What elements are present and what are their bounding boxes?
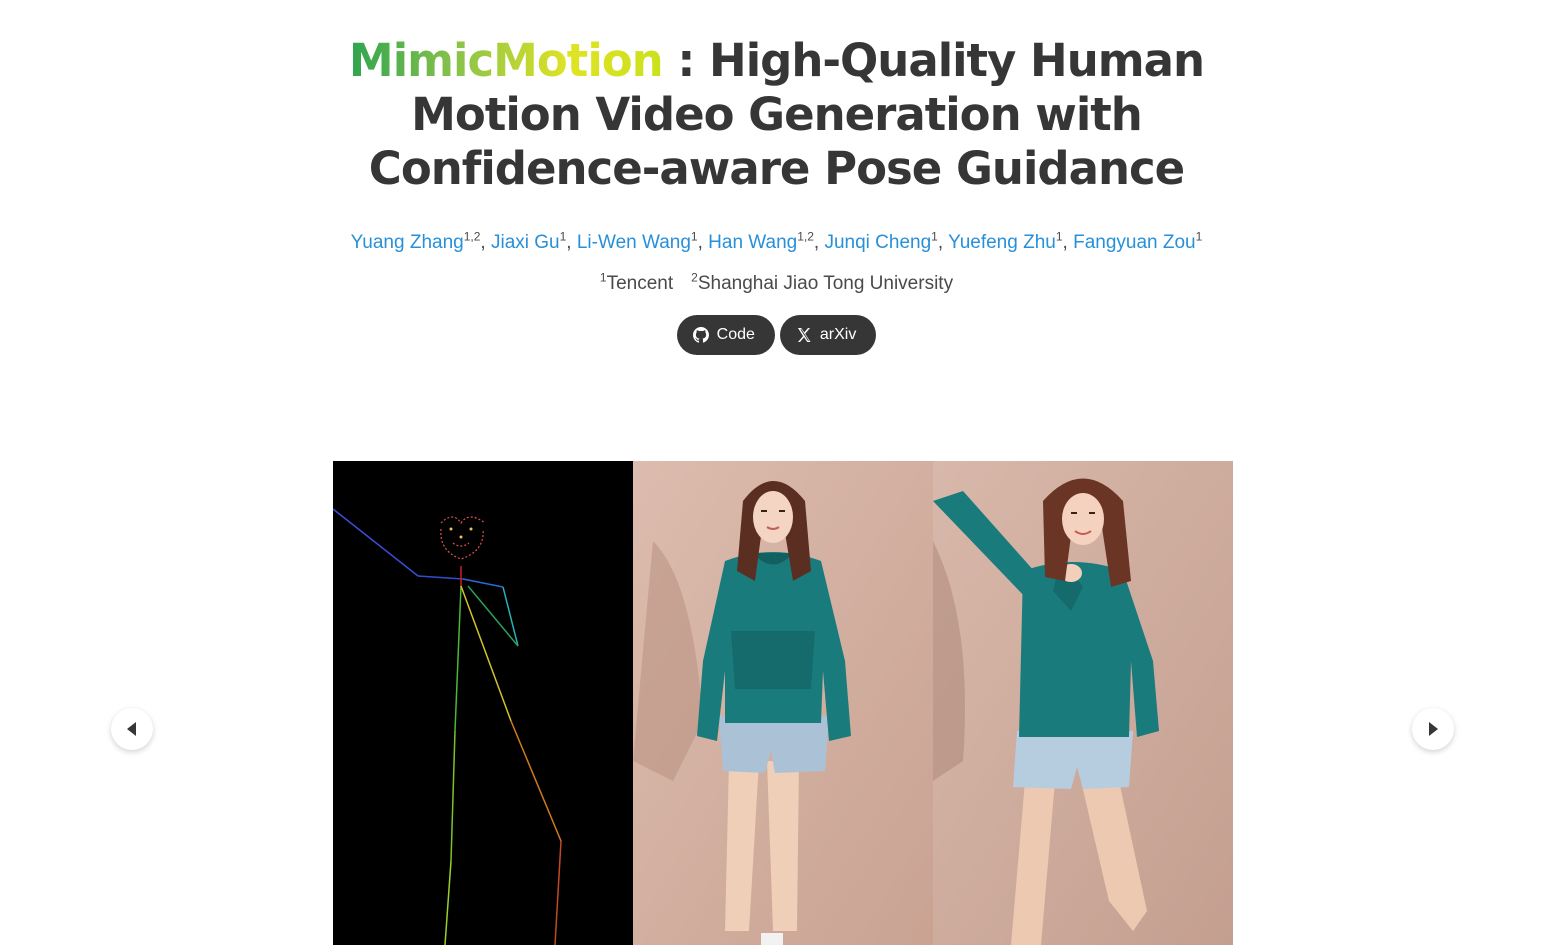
arxiv-button[interactable]: arXiv [779, 314, 877, 355]
author-link[interactable]: Fangyuan Zou [1073, 232, 1196, 253]
author: Junqi Cheng1, [824, 230, 949, 254]
link-buttons: Code arXiv [0, 314, 1553, 355]
author: Li-Wen Wang1, [576, 230, 709, 254]
author: Yuang Zhang1,2, [350, 230, 491, 254]
arxiv-label: arXiv [819, 325, 857, 343]
video-carousel [333, 461, 1233, 945]
author-link[interactable]: Jiaxi Gu [491, 232, 560, 253]
author-list: Yuang Zhang1,2, Jiaxi Gu1, Li-Wen Wang1,… [0, 224, 1553, 256]
code-button[interactable]: Code [676, 314, 775, 355]
author: Han Wang1,2, [708, 230, 825, 254]
author: Jiaxi Gu1, [490, 230, 577, 254]
affiliation: 1Tencent [599, 270, 674, 294]
affiliation: 2Shanghai Jiao Tong University [691, 270, 954, 294]
generated-video [933, 461, 1233, 945]
caret-right-icon [1429, 722, 1438, 736]
pose-skeleton-video [333, 461, 633, 945]
carousel-next-button[interactable] [1412, 708, 1454, 750]
author: Yuefeng Zhu1, [948, 230, 1074, 254]
hero-section: MimicMotion : High-Quality Human Motion … [0, 34, 1553, 355]
author-link[interactable]: Yuang Zhang [351, 232, 464, 253]
x-logo-icon [797, 327, 811, 342]
brand-name: MimicMotion [348, 34, 664, 87]
author-link[interactable]: Li-Wen Wang [577, 232, 691, 253]
page-title: MimicMotion : High-Quality Human Motion … [297, 34, 1257, 196]
author-link[interactable]: Yuefeng Zhu [948, 232, 1056, 253]
carousel-prev-button[interactable] [111, 708, 153, 750]
author-link[interactable]: Han Wang [708, 232, 797, 253]
author-link[interactable]: Junqi Cheng [824, 232, 931, 253]
caret-left-icon [127, 722, 136, 736]
code-label: Code [716, 325, 755, 343]
reference-image [633, 461, 933, 945]
author: Fangyuan Zou1 [1073, 230, 1203, 254]
affiliations: 1Tencent 2Shanghai Jiao Tong University [0, 264, 1553, 296]
github-icon [692, 326, 709, 343]
